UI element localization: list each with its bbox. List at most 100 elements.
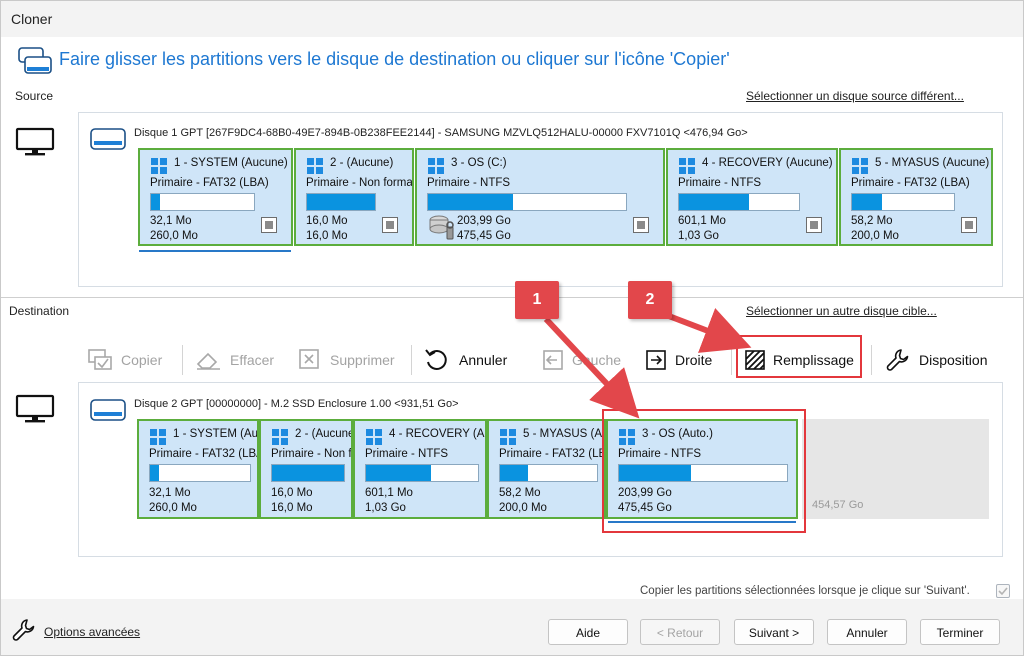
partition-tile[interactable]: 1 - SYSTEM (Aucune) Primaire - FAT32 (LBA…	[137, 419, 259, 519]
usage-fill	[151, 194, 161, 210]
total-size: 16,0 Mo	[306, 230, 348, 242]
usage-bar	[150, 193, 255, 211]
destination-label: Destination	[9, 304, 70, 318]
disks-icon	[17, 45, 53, 84]
used-size: 32,1 Mo	[150, 215, 192, 227]
partition-checkbox[interactable]	[806, 217, 822, 233]
partition-tile[interactable]: 4 - RECOVERY (Aucune) Primaire - NTFS 601,…	[666, 148, 838, 246]
usage-bar	[678, 193, 800, 211]
advanced-options-link[interactable]: Options avancées	[44, 625, 140, 639]
usage-fill	[150, 465, 159, 481]
used-size: 601,1 Mo	[678, 215, 726, 227]
destination-disk-info: Disque 2 GPT [00000000] - M.2 SSD Enclos…	[134, 398, 459, 410]
arrow-left-icon	[543, 350, 563, 370]
windows-icon	[149, 428, 167, 449]
help-button[interactable]: Aide	[548, 619, 628, 645]
total-size: 475,45 Go	[457, 230, 511, 242]
windows-icon	[618, 428, 636, 449]
monitor-icon	[15, 394, 55, 427]
total-size: 200,0 Mo	[851, 230, 899, 242]
partition-name: 5 - MYASUS (Aucune)	[523, 428, 604, 440]
usage-fill	[366, 465, 431, 481]
partition-tile[interactable]: 5 - MYASUS (Aucune) Primaire - FAT32 (LBA…	[487, 419, 606, 519]
total-size: 1,03 Go	[365, 502, 406, 514]
partition-tile[interactable]: 3 - OS (C:) Primaire - NTFS 203,99 Go 475,4…	[415, 148, 665, 246]
total-size: 260,0 Mo	[149, 502, 197, 514]
partition-name: 3 - OS (Auto.)	[642, 428, 713, 440]
total-size: 260,0 Mo	[150, 230, 198, 242]
unallocated-space[interactable]: 454,57 Go	[802, 419, 989, 519]
page-title: Faire glisser les partitions vers le dis…	[59, 49, 730, 69]
windows-icon	[851, 157, 869, 178]
erase-label: Effacer	[230, 352, 275, 368]
partition-type: Primaire - FAT32 (LBA)	[149, 448, 259, 460]
back-button[interactable]: < Retour	[640, 619, 720, 645]
selection-underline	[608, 521, 796, 523]
partition-tile[interactable]: 3 - OS (Auto.) Primaire - NTFS 203,99 Go 47…	[606, 419, 798, 519]
usage-bar	[427, 193, 627, 211]
partition-tile[interactable]: 4 - RECOVERY (Aucune) Primaire - NTFS 601,…	[353, 419, 487, 519]
change-source-link[interactable]: Sélectionner un disque source différent.…	[746, 89, 964, 103]
copy-option-checkbox[interactable]	[996, 584, 1010, 598]
delete-button[interactable]: Supprimer	[298, 343, 395, 377]
usage-fill	[852, 194, 882, 210]
partition-tile[interactable]: 2 - (Aucune) Primaire - Non formaté 16,0 M…	[294, 148, 414, 246]
partition-type: Primaire - Non formaté	[306, 177, 414, 189]
section-divider	[1, 297, 1023, 298]
partition-name: 2 - (Aucune)	[295, 428, 353, 440]
partition-type: Primaire - NTFS	[365, 448, 449, 460]
system-drive-icon	[427, 211, 457, 244]
layout-button[interactable]: Disposition	[885, 343, 987, 377]
fill-button[interactable]: Remplissage	[745, 343, 854, 377]
change-destination-link[interactable]: Sélectionner un autre disque cible...	[746, 304, 937, 318]
partition-tile[interactable]: 5 - MYASUS (Aucune) Primaire - FAT32 (LBA…	[839, 148, 993, 246]
cancel-button[interactable]: Annuler	[827, 619, 907, 645]
source-disk-info: Disque 1 GPT [267F9DC4-68B0-49E7-894B-0B…	[134, 127, 748, 139]
partition-checkbox[interactable]	[961, 217, 977, 233]
monitor-icon	[15, 127, 55, 160]
selection-underline	[139, 250, 291, 252]
callout-1: 1	[515, 281, 559, 319]
used-size: 16,0 Mo	[306, 215, 348, 227]
usage-bar	[618, 464, 788, 482]
move-left-button[interactable]: Gauche	[542, 343, 621, 377]
windows-icon	[306, 157, 324, 178]
copy-button[interactable]: Copier	[87, 343, 162, 377]
total-size: 1,03 Go	[678, 230, 719, 242]
cloner-window: Cloner Faire glisser les partitions vers…	[0, 0, 1024, 656]
delete-label: Supprimer	[330, 352, 395, 368]
move-right-label: Droite	[675, 352, 713, 368]
copy-icon	[88, 349, 112, 370]
layout-label: Disposition	[919, 352, 988, 368]
partition-name: 2 - (Aucune)	[330, 157, 394, 169]
copy-label: Copier	[121, 352, 163, 368]
used-size: 16,0 Mo	[271, 487, 313, 499]
undo-icon	[425, 349, 447, 370]
partition-name: 5 - MYASUS (Aucune)	[875, 157, 990, 169]
partition-name: 1 - SYSTEM (Aucune)	[173, 428, 258, 440]
wrench-icon	[11, 617, 37, 646]
erase-button[interactable]: Effacer	[194, 343, 274, 377]
usage-bar	[149, 464, 251, 482]
move-left-label: Gauche	[572, 352, 622, 368]
undo-button[interactable]: Annuler	[423, 343, 507, 377]
disk-icon	[89, 396, 127, 427]
partition-tile[interactable]: 1 - SYSTEM (Aucune) Primaire - FAT32 (LBA…	[138, 148, 293, 246]
usage-fill	[500, 465, 529, 481]
arrow-right-icon	[646, 350, 666, 370]
partition-tile[interactable]: 2 - (Aucune) Primaire - Non formaté 16,0 M…	[259, 419, 353, 519]
used-size: 32,1 Mo	[149, 487, 191, 499]
partition-type: Primaire - NTFS	[678, 177, 762, 189]
window-title: Cloner	[11, 11, 53, 27]
undo-label: Annuler	[459, 352, 508, 368]
move-right-button[interactable]: Droite	[645, 343, 712, 377]
copy-option-label: Copier les partitions sélectionnées lors…	[640, 585, 970, 597]
partition-checkbox[interactable]	[633, 217, 649, 233]
finish-button[interactable]: Terminer	[920, 619, 1000, 645]
toolbar-separator	[871, 345, 872, 375]
fill-label: Remplissage	[773, 352, 854, 368]
partition-checkbox[interactable]	[382, 217, 398, 233]
used-size: 601,1 Mo	[365, 487, 413, 499]
partition-checkbox[interactable]	[261, 217, 277, 233]
next-button[interactable]: Suivant >	[734, 619, 814, 645]
